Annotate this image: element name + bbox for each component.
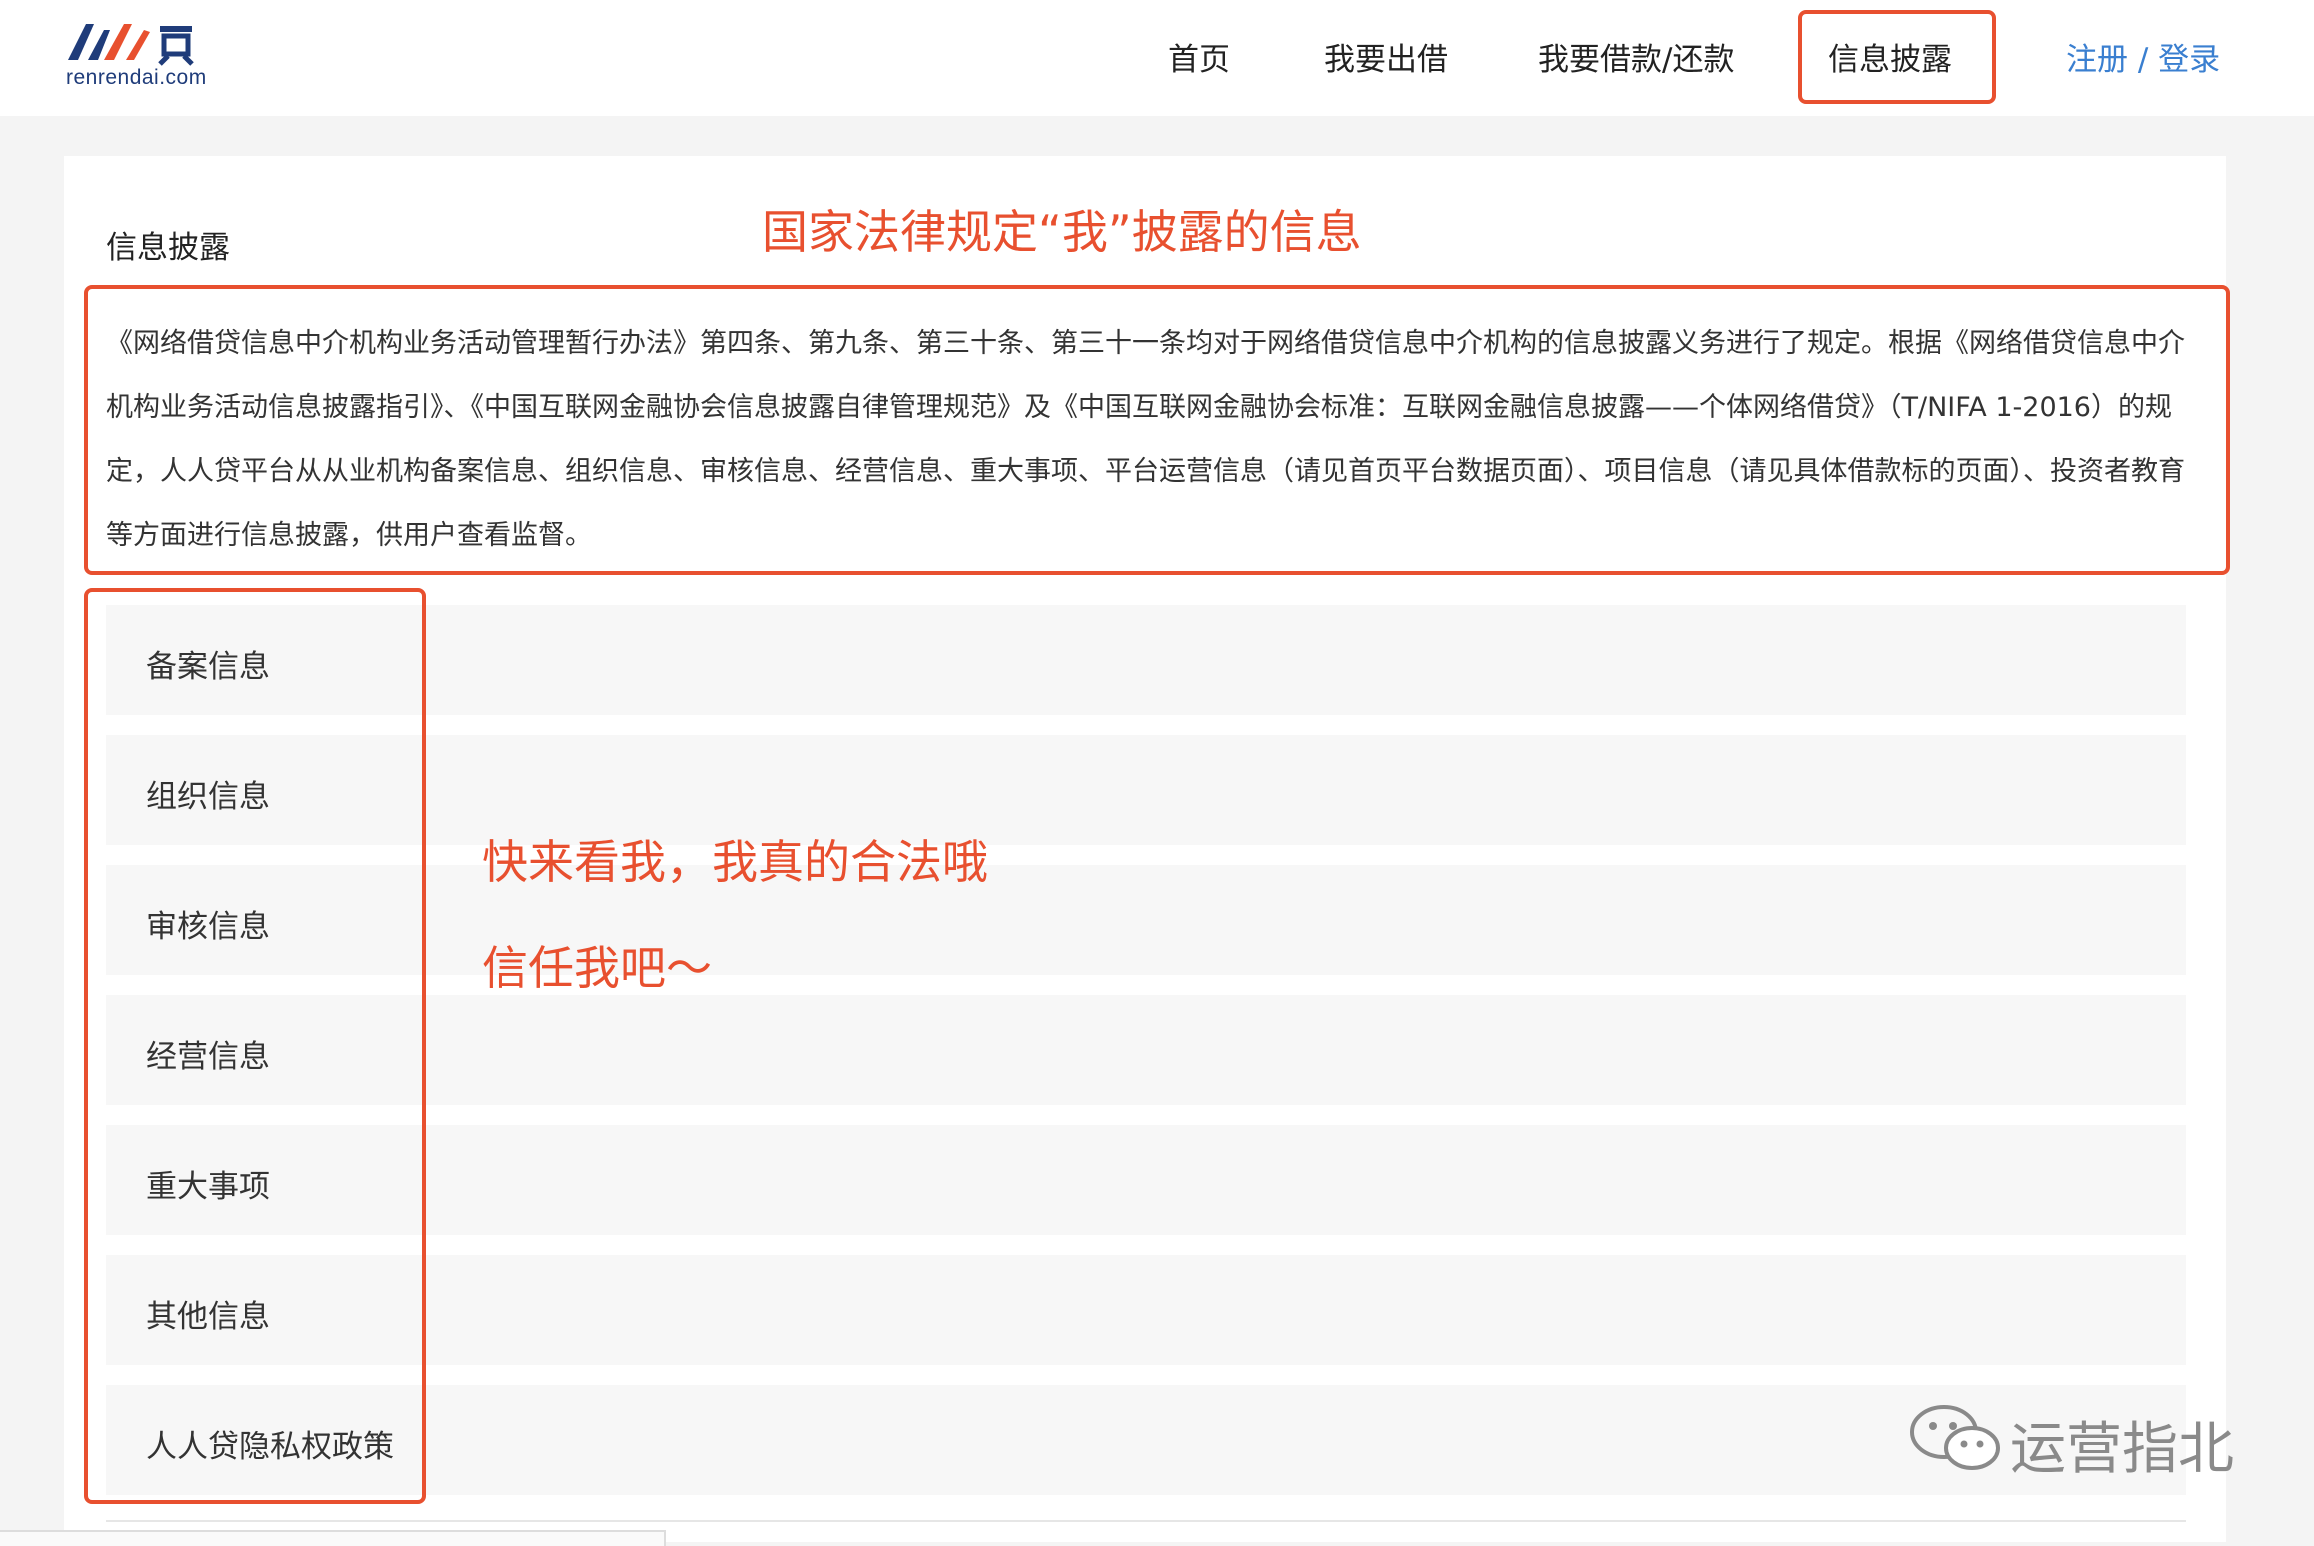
nav-home[interactable]: 首页	[1168, 34, 1230, 79]
nav-borrow-repay[interactable]: 我要借款/还款	[1538, 34, 1734, 79]
site-header: renrendai.com 首页 我要出借 我要借款/还款 信息披露 注册 / …	[0, 0, 2314, 116]
annotation-list-highlight	[84, 588, 426, 1504]
register-link[interactable]: 注册	[2066, 42, 2128, 78]
nav-invest[interactable]: 我要出借	[1324, 34, 1448, 79]
page-title: 信息披露	[106, 230, 230, 266]
annotation-line-1: 快来看我，我真的合法哦	[482, 835, 988, 889]
logo-domain-text: renrendai.com	[66, 66, 207, 89]
wechat-icon	[1910, 1405, 2000, 1470]
divider	[106, 1520, 2186, 1522]
annotation-line-2: 信任我吧～	[482, 941, 712, 995]
auth-links: 注册 / 登录	[2066, 34, 2220, 79]
disclosure-intro: 《网络借贷信息中介机构业务活动管理暂行办法》第四条、第九条、第三十条、第三十一条…	[106, 328, 2185, 551]
renrendai-logo[interactable]: renrendai.com	[64, 20, 254, 94]
annotation-headline: 国家法律规定“我”披露的信息	[762, 205, 1362, 259]
nav-disclosure[interactable]: 信息披露	[1828, 34, 1952, 79]
auth-separator: /	[2128, 42, 2159, 78]
footer-card-edge	[0, 1530, 666, 1546]
login-link[interactable]: 登录	[2158, 42, 2220, 78]
logo-mark-icon	[68, 24, 194, 66]
watermark-text: 运营指北	[2010, 1417, 2234, 1482]
